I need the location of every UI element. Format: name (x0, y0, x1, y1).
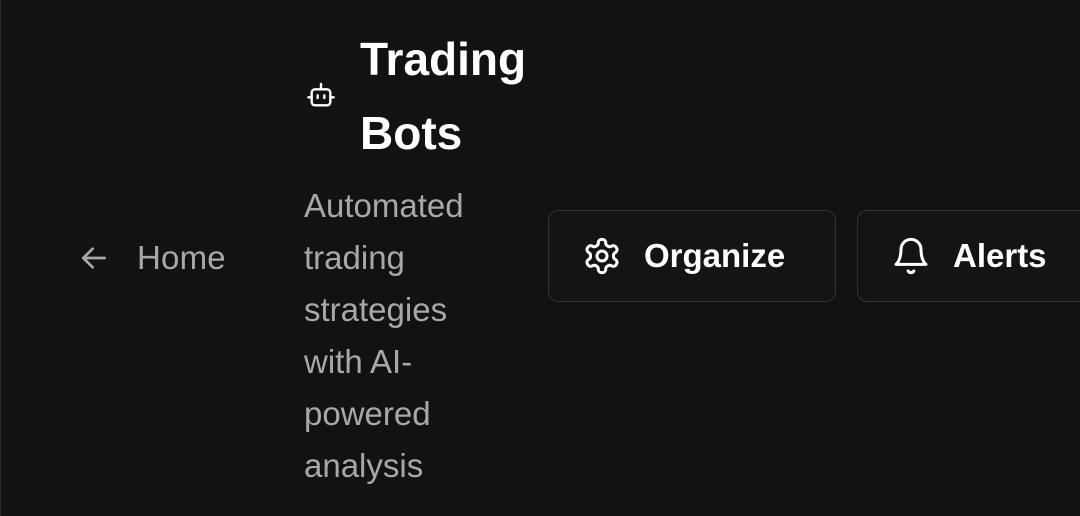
arrow-left-icon (78, 242, 110, 274)
back-home-label: Home (137, 239, 226, 276)
organize-button-label: Organize (644, 237, 786, 274)
organize-button[interactable]: Organize (548, 210, 836, 302)
back-home-link[interactable]: Home (78, 232, 226, 284)
page-subtitle: Automated trading strategies with AI-pow… (304, 187, 464, 484)
page-header: Trading Bots (304, 22, 544, 170)
left-divider (0, 0, 1, 516)
bell-icon (891, 236, 931, 276)
alerts-button[interactable]: Alerts (857, 210, 1080, 302)
page-title: Trading Bots (360, 33, 527, 159)
alerts-button-label: Alerts (953, 237, 1047, 274)
gear-icon (582, 236, 622, 276)
bot-icon (304, 79, 338, 113)
